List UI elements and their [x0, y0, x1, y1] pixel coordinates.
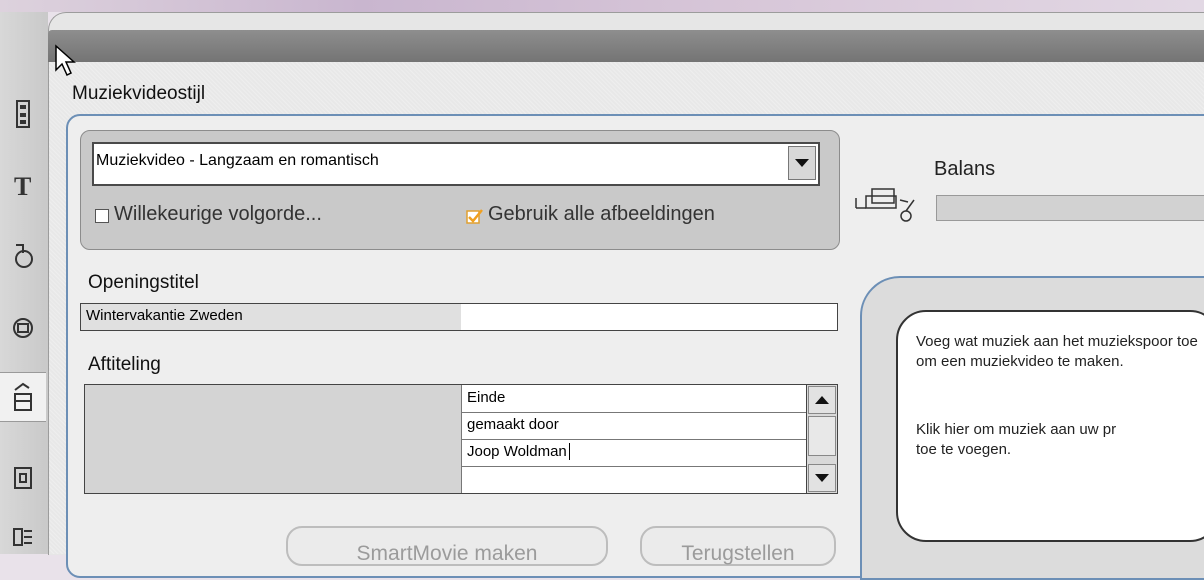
balance-slider[interactable]	[936, 195, 1204, 221]
style-dropdown-value: Muziekvideo - Langzaam en romantisch	[96, 152, 379, 169]
audio-tool-button[interactable]	[0, 512, 46, 560]
random-order-label: Willekeurige volgorde...	[114, 203, 322, 225]
panel-titlebar	[48, 30, 1204, 62]
section-title: Muziekvideostijl	[72, 83, 206, 104]
balance-icon	[854, 186, 924, 231]
tip-link-line2: toe te voegen.	[916, 441, 1012, 458]
use-all-checkbox[interactable]	[466, 208, 483, 224]
title-icon: T	[14, 172, 31, 201]
scroll-down-button[interactable]	[808, 464, 836, 492]
audio-icon	[13, 528, 32, 546]
chevron-down-icon	[795, 159, 809, 167]
credits-table[interactable]: Einde gemaakt door Joop Woldman	[84, 384, 810, 494]
reset-button[interactable]: Terugstellen	[640, 526, 836, 566]
credits-row[interactable]: gemaakt door	[85, 412, 809, 440]
tip-text: Voeg wat muziek aan het muziekspoor toe …	[916, 333, 1198, 370]
disc-icon	[14, 467, 32, 489]
tip-link-line1: Klik hier om muziek aan uw pr	[916, 421, 1117, 438]
balance-label: Balans	[934, 158, 996, 180]
background-strip	[0, 0, 1204, 12]
checkmark-icon	[466, 209, 483, 224]
credits-cell: Einde	[467, 389, 506, 406]
smartmovie-button[interactable]: SmartMovie maken	[286, 526, 608, 566]
style-dropdown-button[interactable]	[788, 146, 816, 180]
smartmovie-icon	[14, 382, 32, 411]
use-all-label: Gebruik alle afbeeldingen	[488, 203, 715, 225]
mouse-cursor-icon	[54, 44, 76, 83]
arrow-down-icon	[815, 474, 829, 482]
opening-title-label: Openingstitel	[88, 272, 199, 293]
credits-cell: gemaakt door	[467, 416, 559, 433]
credits-cell: Joop Woldman	[467, 443, 570, 460]
credits-row[interactable]	[85, 466, 809, 493]
smartmovie-tool-button[interactable]	[0, 372, 46, 422]
credits-row[interactable]: Einde	[85, 385, 809, 413]
effects-tool-button[interactable]	[0, 304, 46, 352]
tip-link-text[interactable]: Klik hier om muziek aan uw pr toe te voe…	[916, 420, 1204, 460]
transition-tool-button[interactable]	[0, 232, 46, 280]
credits-row[interactable]: Joop Woldman	[85, 439, 809, 467]
disc-tool-button[interactable]	[0, 454, 46, 502]
title-tool-button[interactable]: T	[0, 162, 46, 210]
left-toolbar: T	[0, 12, 48, 554]
scroll-up-button[interactable]	[808, 386, 836, 414]
svg-text:T: T	[14, 172, 31, 201]
transition-icon	[15, 244, 33, 268]
scroll-thumb[interactable]	[808, 416, 836, 456]
video-tool-button[interactable]	[0, 90, 46, 138]
effects-icon	[13, 318, 33, 338]
opening-title-value: Wintervakantie Zweden	[86, 307, 243, 324]
random-order-checkbox[interactable]	[95, 209, 109, 223]
arrow-up-icon	[815, 396, 829, 404]
credits-label: Aftiteling	[88, 354, 161, 375]
video-icon	[16, 100, 30, 128]
